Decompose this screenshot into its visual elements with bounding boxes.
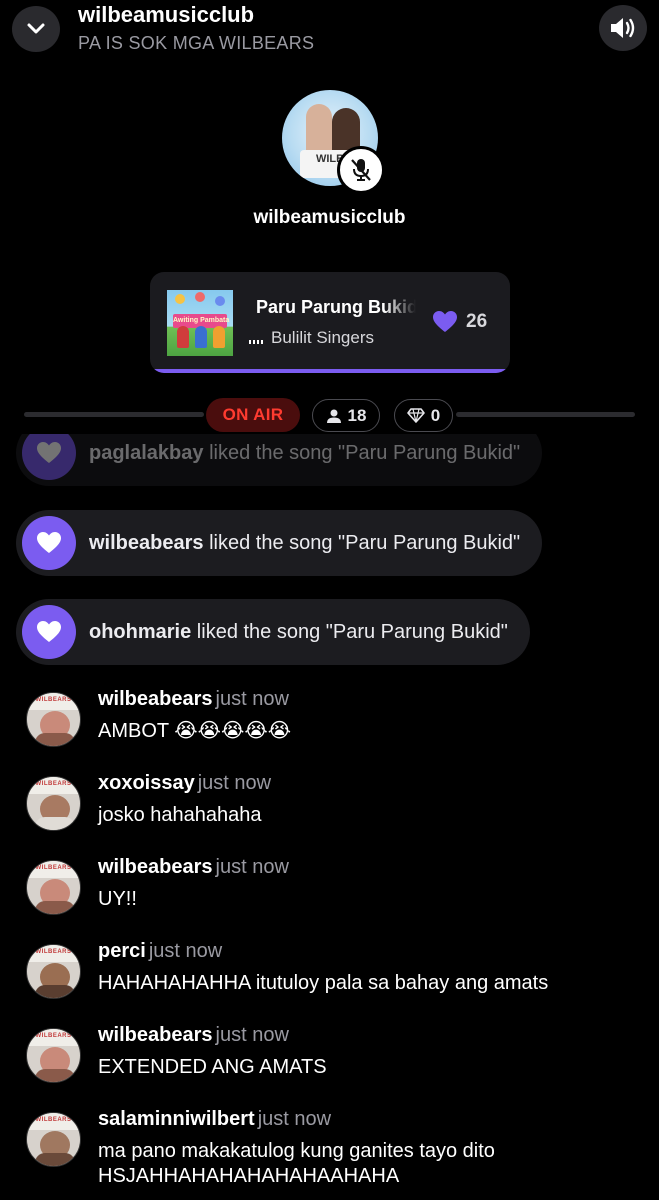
volume-button[interactable] xyxy=(599,5,647,51)
comment-message: UY!! xyxy=(98,888,137,910)
speaker-icon xyxy=(611,18,635,38)
avatar-band-text: WILBEARS xyxy=(35,1117,72,1123)
heart-icon[interactable] xyxy=(432,310,458,334)
comment-username[interactable]: wilbeabears xyxy=(98,1024,213,1046)
event-action: liked the song "Paru Parung Bukid" xyxy=(191,620,508,643)
comment-time: just now xyxy=(215,856,289,878)
avatar-body xyxy=(35,1153,75,1166)
event-action: liked the song "Paru Parung Bukid" xyxy=(203,531,521,554)
chevron-down-icon xyxy=(27,23,45,34)
album-cover: Awiting Pambata xyxy=(167,290,233,356)
avatar-band-text: WILBEARS xyxy=(35,949,72,955)
heart-icon xyxy=(37,621,61,642)
song-artist-row: Bulilit Singers xyxy=(249,328,374,348)
avatar-body xyxy=(35,1069,75,1082)
heart-icon xyxy=(37,442,61,463)
divider xyxy=(24,412,204,417)
comment-header: wilbeabears just now xyxy=(98,856,289,879)
avatar[interactable]: WILBEARS xyxy=(26,692,81,747)
comment-time: just now xyxy=(197,772,272,794)
room-title: wilbeamusicclub xyxy=(78,2,255,27)
progress-accent-bar xyxy=(150,369,510,373)
cover-balloon xyxy=(215,296,225,306)
comment-message: HAHAHAHAHHA itutuloy pala sa bahay ang a… xyxy=(98,972,549,994)
event-text: wilbeabears liked the song "Paru Parung … xyxy=(89,532,520,555)
heart-badge xyxy=(22,605,76,659)
diamond-count-pill[interactable]: 0 xyxy=(394,399,453,432)
like-event: wilbeabears liked the song "Paru Parung … xyxy=(16,510,543,576)
event-text: ohohmarie liked the song "Paru Parung Bu… xyxy=(89,621,508,644)
avatar[interactable]: WILBEARS xyxy=(26,776,81,831)
heart-badge xyxy=(22,516,76,570)
avatar-body xyxy=(35,985,75,998)
now-playing-card[interactable]: Awiting Pambata Paru Parung Bukid Bulili… xyxy=(150,272,510,373)
host-name[interactable]: wilbeamusicclub xyxy=(0,207,659,229)
cover-balloon xyxy=(175,294,185,304)
cover-figure xyxy=(213,326,225,348)
song-artist: Bulilit Singers xyxy=(271,328,374,347)
avatar-band-text: WILBEARS xyxy=(35,781,72,787)
listener-count: 18 xyxy=(347,405,367,425)
comment-message: EXTENDED ANG AMATS xyxy=(98,1056,327,1078)
comment-username[interactable]: perci xyxy=(98,940,146,962)
avatar[interactable]: WILBEARS xyxy=(26,1028,81,1083)
event-user: wilbeabears xyxy=(89,531,204,554)
song-title: Paru Parung Bukid xyxy=(256,297,416,317)
mic-muted-badge xyxy=(337,146,385,194)
cover-balloon xyxy=(195,292,205,302)
collapse-button[interactable] xyxy=(12,6,60,52)
comment-header: wilbeabears just now xyxy=(98,1024,289,1047)
comment-time: just now xyxy=(215,688,289,710)
avatar-band-text: WILBEARS xyxy=(35,697,72,703)
comment-message: AMBOT 😭😭😭😭😭 xyxy=(98,720,292,742)
comment-username[interactable]: salaminniwilbert xyxy=(98,1108,255,1130)
comment-header: wilbeabears just now xyxy=(98,688,289,711)
avatar[interactable]: WILBEARS xyxy=(26,944,81,999)
comment-username[interactable]: xoxoissay xyxy=(98,772,195,794)
cover-figure xyxy=(177,326,189,348)
comment-username[interactable]: wilbeabears xyxy=(98,856,213,878)
like-count: 26 xyxy=(466,311,488,332)
comment-header: perci just now xyxy=(98,940,222,963)
comment-message: josko hahahahaha xyxy=(98,804,262,826)
heart-badge xyxy=(22,434,76,480)
on-air-badge: ON AIR xyxy=(206,398,300,432)
avatar-body xyxy=(35,901,75,914)
like-event: ohohmarie liked the song "Paru Parung Bu… xyxy=(16,599,530,665)
chat-feed[interactable]: paglalakbay liked the song "Paru Parung … xyxy=(0,434,659,1200)
event-user: paglalakbay xyxy=(89,441,204,464)
comment-time: just now xyxy=(215,1024,289,1046)
comment-header: salaminniwilbert just now xyxy=(98,1108,331,1131)
heart-icon xyxy=(37,532,61,553)
room-description: PA IS SOK MGA WILBEARS xyxy=(78,33,315,53)
comment-time: just now xyxy=(148,940,223,962)
diamond-count: 0 xyxy=(430,405,441,425)
like-event: paglalakbay liked the song "Paru Parung … xyxy=(16,434,543,486)
divider xyxy=(456,412,635,417)
diamond-icon xyxy=(406,408,425,423)
comment-message: ma pano makakatulog kung ganites tayo di… xyxy=(98,1140,495,1187)
comment-time: just now xyxy=(257,1108,332,1130)
avatar-band-text: WILBEARS xyxy=(35,1033,72,1039)
avatar-band-text: WILBEARS xyxy=(35,865,72,871)
cover-figure xyxy=(195,326,207,348)
listener-count-pill[interactable]: 18 xyxy=(312,399,380,432)
comment-username[interactable]: wilbeabears xyxy=(98,688,213,710)
avatar-body xyxy=(35,733,75,746)
avatar-body xyxy=(35,817,75,830)
mic-off-icon xyxy=(351,159,371,181)
avatar[interactable]: WILBEARS xyxy=(26,860,81,915)
person-icon xyxy=(326,409,341,423)
event-action: liked the song "Paru Parung Bukid" xyxy=(203,441,521,464)
event-text: paglalakbay liked the song "Paru Parung … xyxy=(89,442,520,465)
avatar[interactable]: WILBEARS xyxy=(26,1112,81,1167)
equalizer-icon xyxy=(249,332,263,344)
comment-header: xoxoissay just now xyxy=(98,772,271,795)
event-user: ohohmarie xyxy=(89,620,192,643)
